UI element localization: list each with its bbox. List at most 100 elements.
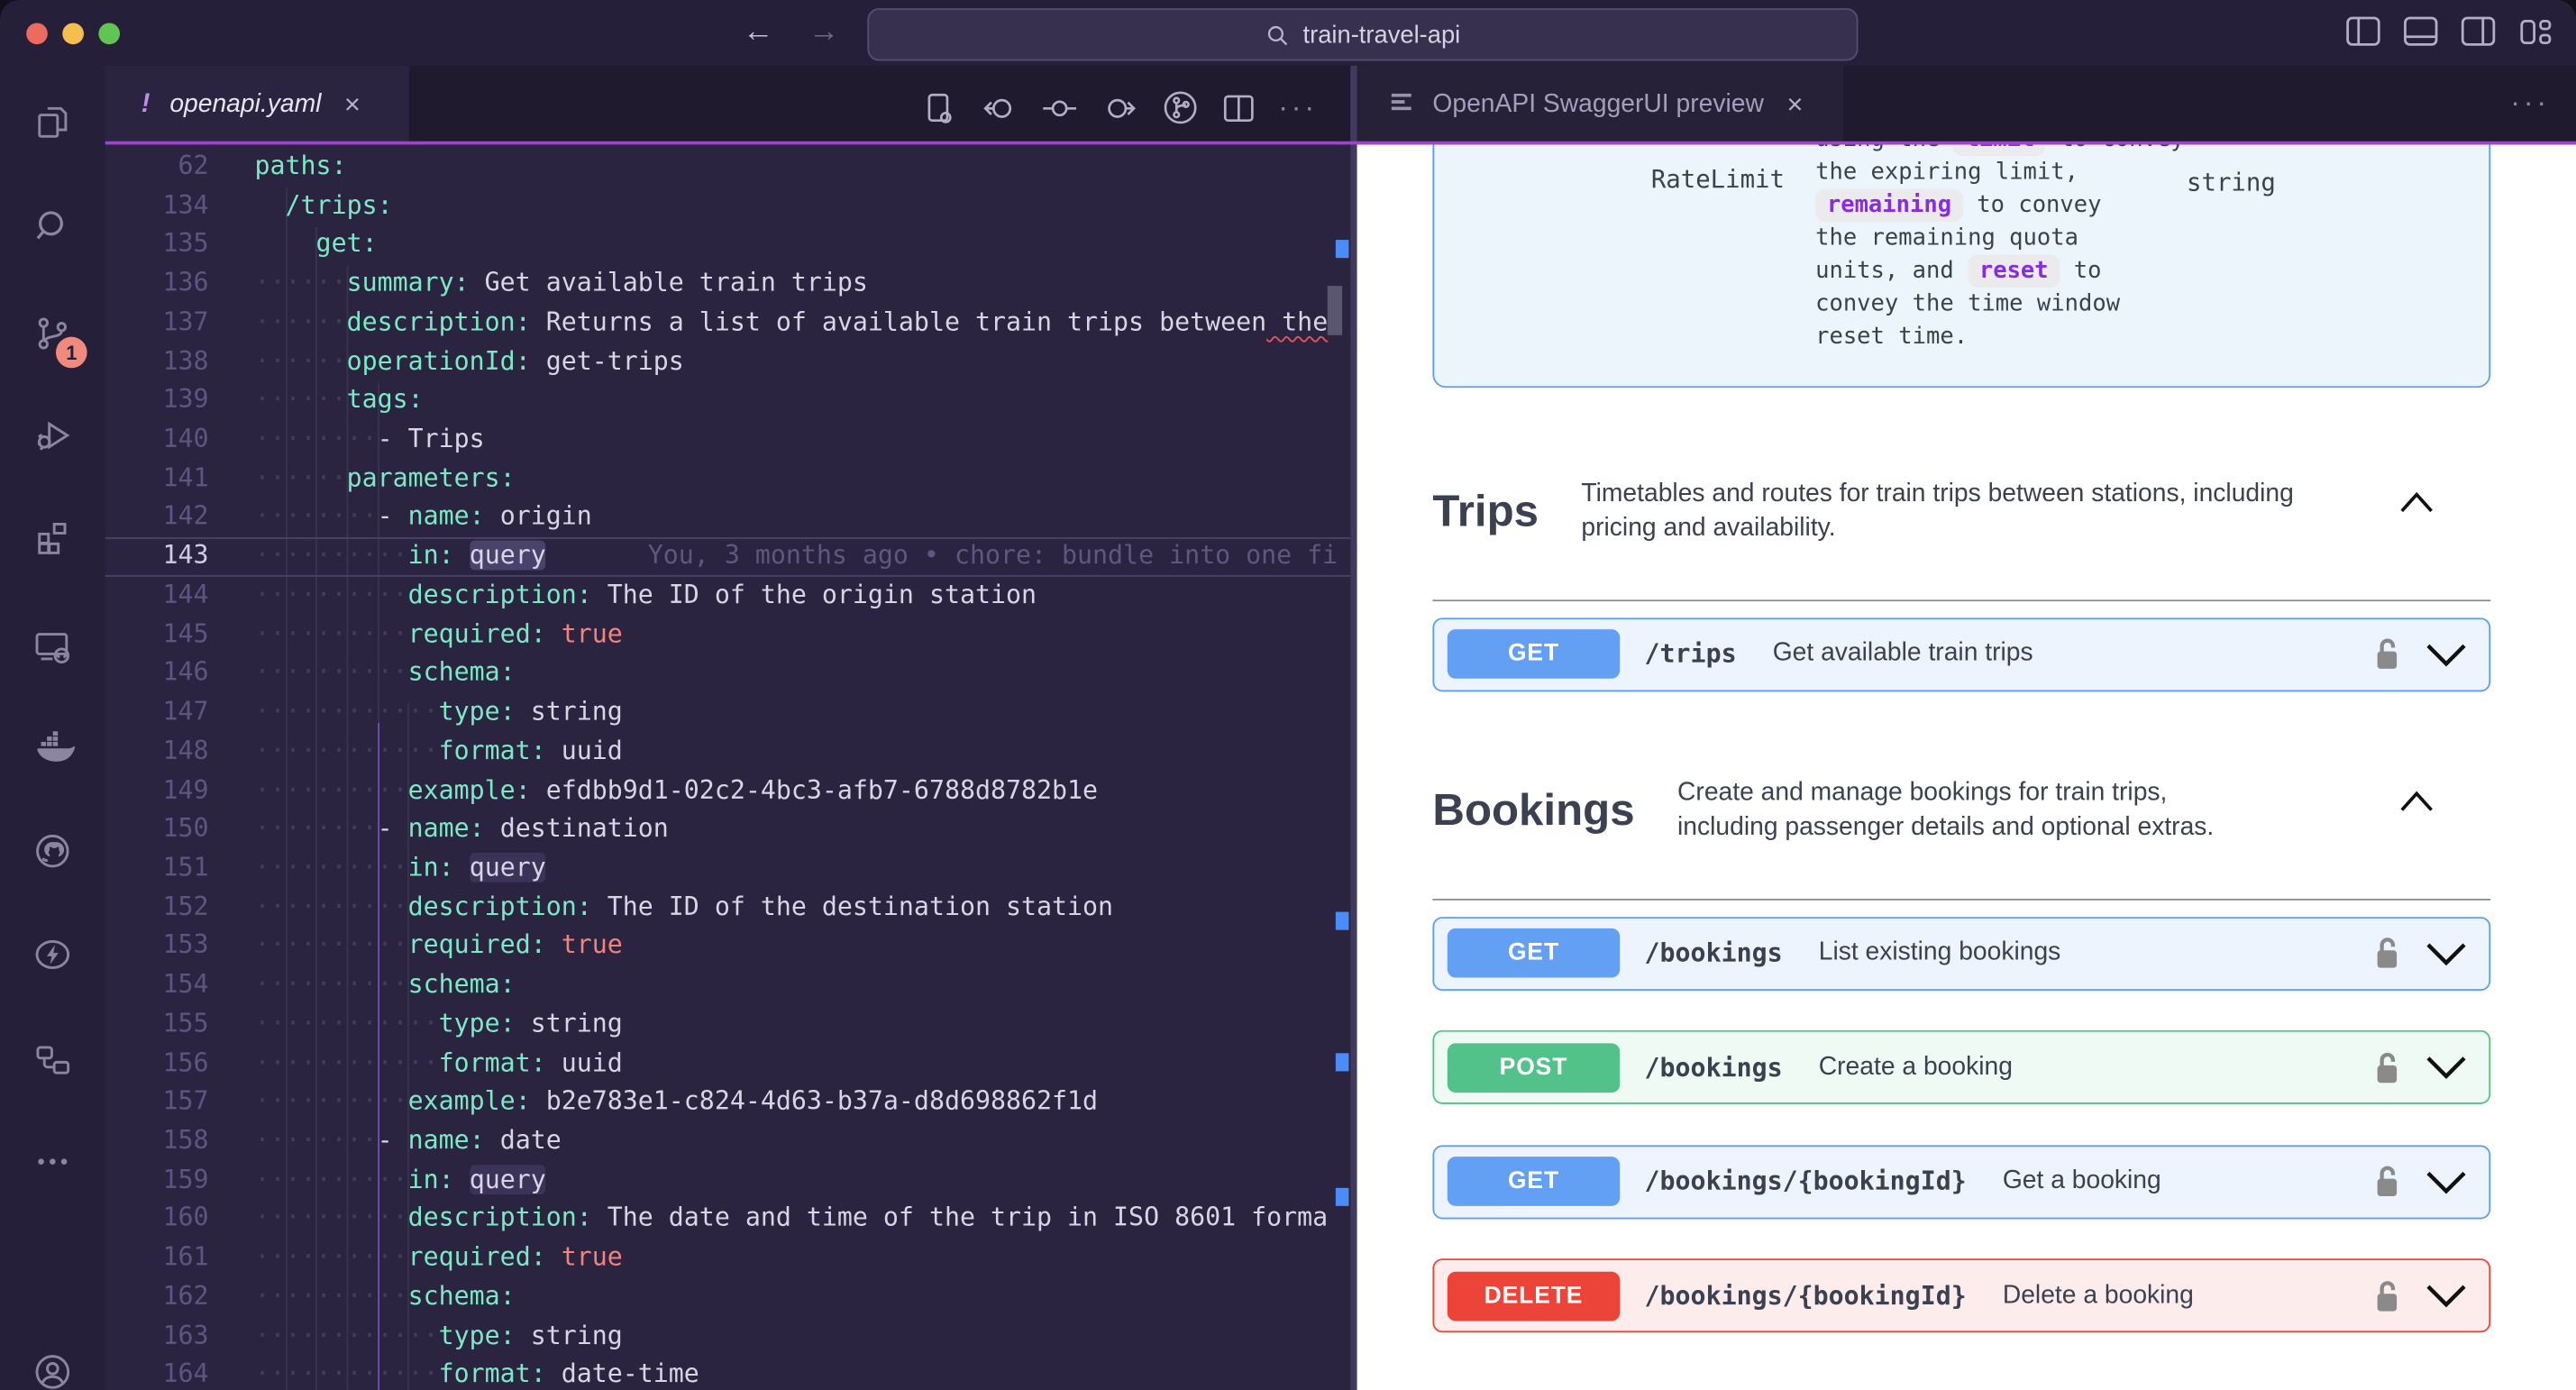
toggle-primary-sidebar-icon[interactable] <box>2346 16 2380 48</box>
line-number: 137 <box>162 306 209 337</box>
code-line-135[interactable]: 135 get: <box>105 226 1351 265</box>
editor-group-sash[interactable] <box>1350 65 1357 1390</box>
toggle-panel-icon[interactable] <box>2404 16 2438 48</box>
code-line-151[interactable]: 151 ··········in: query <box>105 849 1351 888</box>
code-line-150[interactable]: 150 ········- name: destination <box>105 810 1351 849</box>
tabbar-accent-underline <box>105 141 2576 145</box>
command-center-search[interactable]: train-travel-api <box>867 8 1859 61</box>
tab-openapi-yaml[interactable]: ! openapi.yaml × <box>105 65 409 145</box>
close-tab-icon[interactable]: × <box>1786 88 1803 121</box>
unlocked-padlock-icon[interactable] <box>2374 1277 2400 1313</box>
more-actions-icon[interactable] <box>32 1142 72 1182</box>
docker-icon[interactable] <box>32 727 76 767</box>
code-line-164[interactable]: 164 ············format: date-time <box>105 1356 1351 1390</box>
more-actions-icon[interactable]: ··· <box>1278 90 1318 124</box>
code-line-134[interactable]: 134 /trips: <box>105 187 1351 225</box>
navigate-back-icon[interactable]: ← <box>743 14 774 53</box>
tab-title: OpenAPI SwaggerUI preview <box>1432 90 1764 119</box>
commit-node-icon[interactable] <box>1040 89 1080 125</box>
line-number: 154 <box>162 969 209 1000</box>
operation-row-delete--bookings-bookingId-[interactable]: DELETE/bookings/{bookingId} Delete a book… <box>1432 1258 2491 1333</box>
section-header-bookings[interactable]: Bookings Create and manage bookings for t… <box>1432 767 2490 853</box>
more-actions-icon[interactable]: ··· <box>2510 86 2550 120</box>
code-line-136[interactable]: 136 ······summary: Get available train tr… <box>105 265 1351 304</box>
operation-row-get--trips[interactable]: GET/trips Get available train trips <box>1432 617 2491 691</box>
code-line-163[interactable]: 163 ············type: string <box>105 1317 1351 1356</box>
navigate-forward-icon[interactable]: → <box>808 14 840 53</box>
line-number: 156 <box>162 1047 209 1077</box>
split-editor-icon[interactable] <box>1220 89 1256 125</box>
customize-layout-icon[interactable] <box>2518 16 2553 48</box>
code-line-144[interactable]: 144 ··········description: The ID of the … <box>105 577 1351 616</box>
code-line-162[interactable]: 162 ··········schema: <box>105 1278 1351 1317</box>
vscode-window: ← → train-travel-api 1 ! openapi.yaml × … <box>0 0 2576 1390</box>
code-line-141[interactable]: 141 ······parameters: <box>105 460 1351 498</box>
code-line-148[interactable]: 148 ············format: uuid <box>105 733 1351 772</box>
code-line-143[interactable]: 143 ··········in: query You, 3 months ago … <box>105 537 1351 577</box>
operation-row-get--bookings-bookingId-[interactable]: GET/bookings/{bookingId} Get a booking <box>1432 1144 2491 1219</box>
code-line-152[interactable]: 152 ··········description: The ID of the … <box>105 888 1351 927</box>
chevron-up-icon[interactable] <box>2398 491 2434 513</box>
chevron-down-icon[interactable] <box>2425 940 2467 965</box>
code-line-137[interactable]: 137 ······description: Returns a list of … <box>105 304 1351 343</box>
line-number: 153 <box>162 930 209 961</box>
unlocked-padlock-icon[interactable] <box>2374 1163 2400 1199</box>
section-header-trips[interactable]: Trips Timetables and routes for train tri… <box>1432 468 2490 553</box>
operation-row-post--bookings[interactable]: POST/bookings Create a booking <box>1432 1029 2491 1104</box>
close-window-button[interactable] <box>26 23 48 45</box>
chevron-down-icon[interactable] <box>2425 1169 2467 1193</box>
code-line-157[interactable]: 157 ··········example: b2e783e1-c824-4d63… <box>105 1084 1351 1122</box>
unlocked-padlock-icon[interactable] <box>2374 636 2400 672</box>
maximize-window-button[interactable] <box>98 23 121 45</box>
overview-ruler-mark <box>1335 1053 1349 1072</box>
code-line-149[interactable]: 149 ··········example: efdbb9d1-02c2-4bc3… <box>105 772 1351 810</box>
github-icon[interactable] <box>32 831 72 871</box>
explorer-icon[interactable] <box>32 102 72 142</box>
chevron-down-icon[interactable] <box>2425 642 2467 666</box>
chevron-down-icon[interactable] <box>2425 1055 2467 1079</box>
unlocked-padlock-icon[interactable] <box>2374 935 2400 971</box>
code-line-153[interactable]: 153 ··········required: true <box>105 928 1351 966</box>
title-bar: ← → train-travel-api <box>0 0 2576 66</box>
chevron-down-icon[interactable] <box>2425 1284 2467 1308</box>
line-number: 162 <box>162 1281 209 1312</box>
line-number: 159 <box>162 1164 209 1194</box>
previous-change-icon[interactable] <box>979 89 1019 125</box>
code-line-145[interactable]: 145 ··········required: true <box>105 616 1351 654</box>
code-line-156[interactable]: 156 ············format: uuid <box>105 1044 1351 1083</box>
tab-swagger-preview[interactable]: OpenAPI SwaggerUI preview × <box>1357 65 1844 145</box>
editor-scrollbar[interactable] <box>1327 286 1343 335</box>
remote-explorer-icon[interactable] <box>32 627 72 667</box>
code-line-62[interactable]: 62 paths: <box>105 148 1351 187</box>
chevron-up-icon[interactable] <box>2398 791 2434 812</box>
code-line-155[interactable]: 155 ············type: string <box>105 1005 1351 1044</box>
code-line-161[interactable]: 161 ··········required: true <box>105 1239 1351 1278</box>
unlocked-padlock-icon[interactable] <box>2374 1049 2400 1085</box>
code-line-154[interactable]: 154 ··········schema: <box>105 966 1351 1005</box>
inline-blame: You, 3 months ago • chore: bundle into o… <box>647 541 1338 571</box>
code-line-142[interactable]: 142 ········- name: origin <box>105 498 1351 537</box>
close-tab-icon[interactable]: × <box>344 88 361 121</box>
search-icon[interactable] <box>32 206 72 245</box>
code-line-160[interactable]: 160 ··········description: The date and t… <box>105 1200 1351 1239</box>
run-debug-icon[interactable] <box>32 416 72 455</box>
code-line-146[interactable]: 146 ··········schema: <box>105 654 1351 693</box>
git-graph-icon[interactable] <box>1162 88 1200 126</box>
flowchart-icon[interactable] <box>32 1040 72 1080</box>
code-line-138[interactable]: 138 ······operationId: get-trips <box>105 343 1351 381</box>
minimize-window-button[interactable] <box>62 23 84 45</box>
extensions-icon[interactable] <box>32 517 72 557</box>
code-line-158[interactable]: 158 ········- name: date <box>105 1122 1351 1161</box>
toggle-secondary-sidebar-icon[interactable] <box>2461 16 2496 48</box>
code-line-147[interactable]: 147 ············type: string <box>105 693 1351 732</box>
open-preview-icon[interactable] <box>922 89 958 125</box>
account-icon[interactable] <box>32 1352 72 1390</box>
next-change-icon[interactable] <box>1101 89 1140 125</box>
code-editor[interactable]: 62 paths: 134 /trips: 135 get: 136 ······summ… <box>105 144 1351 1390</box>
code-line-139[interactable]: 139 ······tags: <box>105 381 1351 420</box>
code-line-159[interactable]: 159 ··········in: query <box>105 1161 1351 1200</box>
operation-row-get--bookings[interactable]: GET/bookings List existing bookings <box>1432 916 2491 991</box>
code-line-140[interactable]: 140 ········- Trips <box>105 421 1351 460</box>
lightning-icon[interactable] <box>32 935 72 974</box>
swagger-preview-panel[interactable]: RateLimit string using the limit to conv… <box>1357 144 2576 1390</box>
